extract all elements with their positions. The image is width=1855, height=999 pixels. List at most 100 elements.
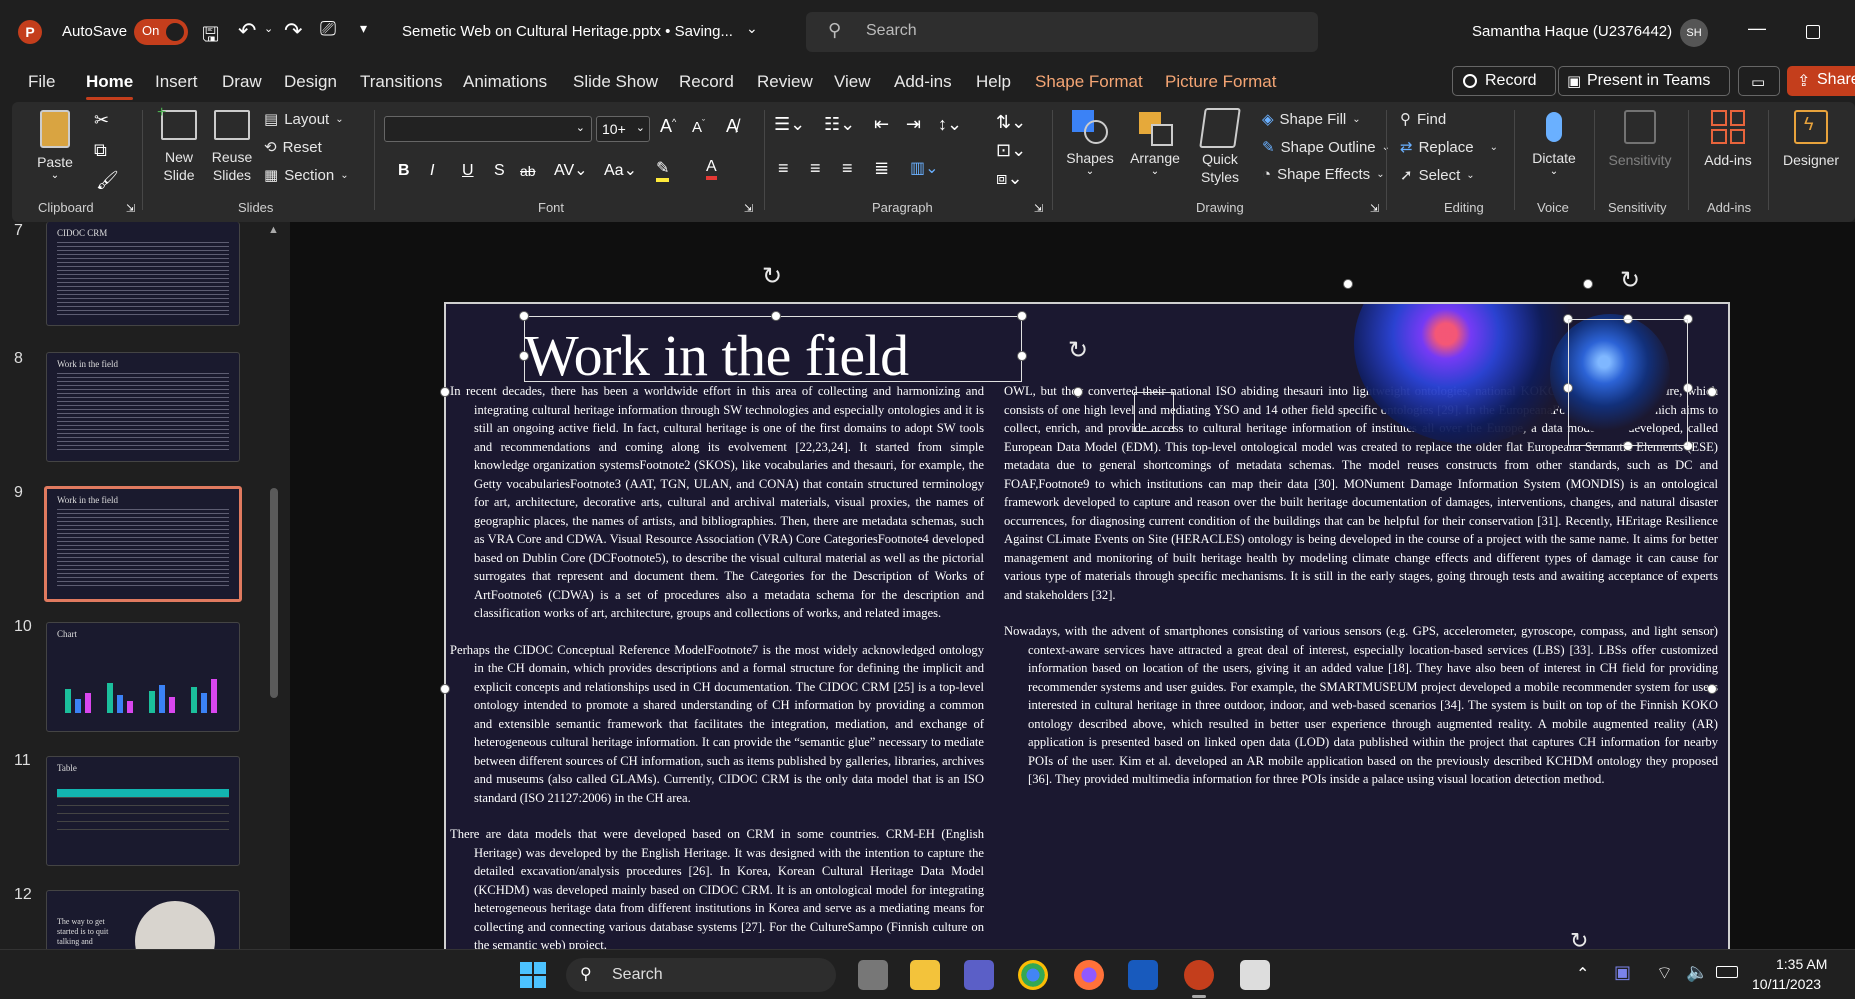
resize-handle[interactable] [1707,387,1717,397]
autosave-toggle[interactable]: On [134,19,188,45]
resize-handle[interactable] [1343,279,1353,289]
smartart-icon[interactable]: ⧈⌄ [996,168,1023,189]
user-name[interactable]: Samantha Haque (U2376442) [1472,23,1672,40]
decrease-font-icon[interactable]: Aˇ [692,118,705,136]
quick-styles-button[interactable]: Quick Styles [1192,108,1248,186]
justify-icon[interactable]: ≣ [874,158,889,179]
dictate-button[interactable]: Dictate ⌄ [1524,108,1584,177]
tab-review[interactable]: Review [757,72,813,92]
shape-fill-button[interactable]: ◈ Shape Fill ⌄ [1262,110,1361,129]
copy-icon[interactable]: ⧉ [94,140,107,161]
present-icon[interactable]: ⎚ [320,18,336,41]
section-button[interactable]: ▦ Section ⌄ [264,166,349,185]
present-in-teams-button[interactable]: ▣ Present in Teams [1558,66,1730,96]
tab-shape-format[interactable]: Shape Format [1035,72,1143,92]
text-direction-icon[interactable]: ⇅⌄ [996,112,1026,133]
tab-file[interactable]: File [28,72,55,92]
line-spacing-icon[interactable]: ↕⌄ [938,114,962,135]
resize-handle[interactable] [1707,684,1717,694]
resize-handle[interactable] [519,351,529,361]
scroll-up-icon[interactable]: ▲ [268,224,279,236]
underline-button[interactable]: U [462,162,474,180]
resize-handle[interactable] [1017,311,1027,321]
resize-handle[interactable] [519,311,529,321]
increase-font-icon[interactable]: A^ [660,116,676,137]
tab-picture-format[interactable]: Picture Format [1165,72,1276,92]
firefox-icon[interactable] [1074,960,1104,990]
minimize-icon[interactable]: — [1748,18,1766,39]
increase-indent-icon[interactable]: ⇥ [906,114,921,135]
select-button[interactable]: ➚ Select ⌄ [1400,166,1475,185]
teams-icon[interactable] [964,960,994,990]
tab-animations[interactable]: Animations [463,72,547,92]
snipping-tool-icon[interactable] [1240,960,1270,990]
chrome-icon[interactable] [1018,960,1048,990]
slide-thumbnail[interactable]: CIDOC CRM [46,222,240,326]
align-left-icon[interactable]: ≡ [778,158,789,179]
battery-icon[interactable] [1716,966,1738,978]
taskbar-search[interactable]: ⚲ Search [566,958,836,992]
arrange-button[interactable]: Arrange ⌄ [1122,108,1188,177]
font-color-icon[interactable]: A [706,158,717,180]
chevron-down-icon[interactable]: ⌄ [746,20,758,37]
decrease-indent-icon[interactable]: ⇤ [874,114,889,135]
thumbnail-scrollbar[interactable] [270,488,278,698]
slide-editor[interactable]: Work in the field In recent decades, the… [444,302,1730,982]
rotate-handle-icon[interactable]: ↻ [1068,336,1088,365]
tab-draw[interactable]: Draw [222,72,262,92]
add-ins-button[interactable]: Add-ins [1696,108,1760,168]
file-explorer-icon[interactable] [910,960,940,990]
dialog-launcher-icon[interactable]: ⇲ [744,202,753,215]
character-spacing-icon[interactable]: AV⌄ [554,160,588,180]
align-text-icon[interactable]: ⊡⌄ [996,140,1026,161]
slide-thumbnail[interactable]: Chart [46,622,240,732]
save-icon[interactable]: 🖫 [202,20,219,54]
align-right-icon[interactable]: ≡ [842,158,853,179]
tab-insert[interactable]: Insert [155,72,198,92]
slide-thumbnail[interactable]: Table [46,756,240,866]
cut-icon[interactable]: ✂ [94,110,109,131]
resize-handle[interactable] [1073,387,1083,397]
columns-icon[interactable]: ▥⌄ [910,158,939,178]
comments-button[interactable]: ▭ [1738,66,1780,96]
bold-button[interactable]: B [398,162,410,180]
left-text-column[interactable]: In recent decades, there has been a worl… [450,382,984,973]
task-view-icon[interactable] [858,960,888,990]
dialog-launcher-icon[interactable]: ⇲ [1370,202,1379,215]
format-painter-icon[interactable]: 🖌 [96,170,119,191]
reuse-slides-button[interactable]: Reuse Slides [208,110,256,184]
dialog-launcher-icon[interactable]: ⇲ [126,202,135,215]
resize-handle[interactable] [1017,351,1027,361]
thumbnail-pane[interactable]: 7 CIDOC CRM 8 Work in the field 9 Work i… [0,222,290,970]
dialog-launcher-icon[interactable]: ⇲ [1034,202,1043,215]
slide-thumbnail-selected[interactable]: Work in the field [44,486,242,602]
avatar[interactable]: SH [1680,19,1708,47]
designer-button[interactable]: ϟ Designer [1776,108,1846,168]
tab-add-ins[interactable]: Add-ins [894,72,952,92]
shapes-button[interactable]: Shapes ⌄ [1062,108,1118,177]
clear-formatting-icon[interactable]: A̸ [726,116,738,137]
tab-record[interactable]: Record [679,72,734,92]
tab-transitions[interactable]: Transitions [360,72,443,92]
wifi-icon[interactable]: ⌔ [1656,962,1673,985]
font-size-select[interactable]: 10+ ⌄ [596,116,650,142]
undo-icon[interactable]: ↶ [238,18,256,44]
chevron-down-icon[interactable]: ⌄ [264,22,273,35]
rotate-handle-icon[interactable]: ↻ [762,262,782,291]
chevron-up-icon[interactable]: ⌃ [1576,964,1589,984]
teams-tray-icon[interactable]: ▣ [1614,962,1631,983]
windows-start-icon[interactable] [520,962,546,988]
resize-handle[interactable] [440,387,450,397]
reset-button[interactable]: ⟲ Reset [264,138,322,157]
tab-design[interactable]: Design [284,72,337,92]
redo-icon[interactable]: ↷ [284,18,302,44]
word-icon[interactable] [1128,960,1158,990]
rotate-handle-icon[interactable]: ↻ [1620,266,1640,295]
clock-date[interactable]: 10/11/2023 [1752,976,1821,992]
shadow-button[interactable]: S [494,162,505,180]
tab-home[interactable]: Home [86,72,134,100]
maximize-icon[interactable] [1806,25,1820,39]
tab-slide-show[interactable]: Slide Show [573,72,658,92]
document-title[interactable]: Semetic Web on Cultural Heritage.pptx • … [402,23,733,40]
share-button[interactable]: ⇪ Share [1787,66,1855,96]
